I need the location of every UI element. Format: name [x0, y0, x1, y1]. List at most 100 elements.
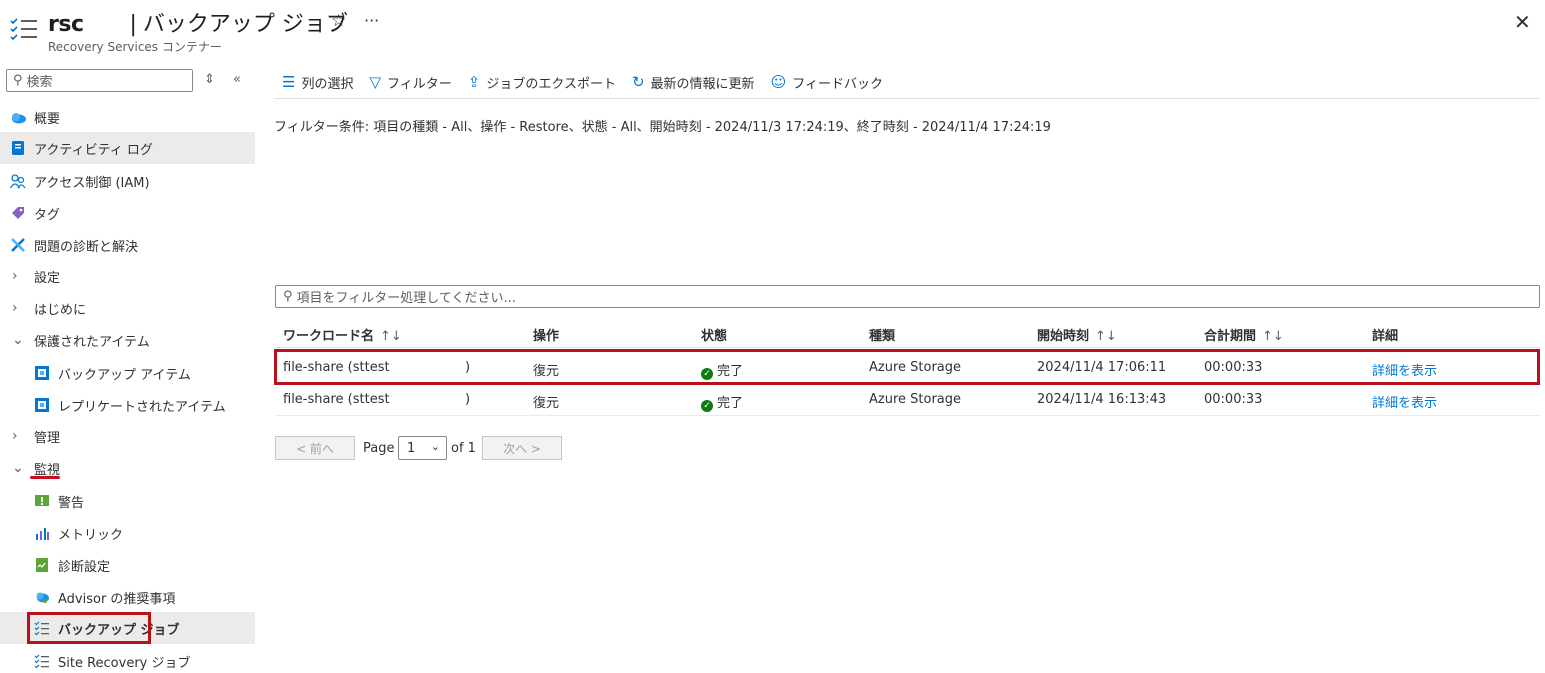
feedback-button[interactable]: ☺ フィードバック	[771, 73, 883, 92]
duration-cell: 00:00:33	[1204, 392, 1263, 407]
sidebar-group-settings[interactable]: › 設定	[0, 260, 255, 292]
chevron-down-icon: ⌄	[430, 440, 440, 453]
filter-summary: フィルター条件: 項目の種類 - All、操作 - Restore、状態 - A…	[274, 120, 1051, 135]
type-cell: Azure Storage	[869, 392, 962, 407]
column-header-details: 詳細	[1372, 329, 1399, 344]
sidebar-item-iam[interactable]: アクセス制御 (IAM)	[0, 165, 255, 197]
jobs-list-icon	[10, 16, 38, 42]
sidebar-item-diagnose[interactable]: 問題の診断と解決	[0, 229, 255, 261]
sort-icon: ↑↓	[1095, 329, 1117, 344]
wrench-icon	[10, 237, 26, 253]
current-page-value: 1	[407, 440, 416, 456]
items-filter-input[interactable]: ⚲ 項目をフィルター処理してください...	[275, 285, 1540, 308]
sidebar-item-diagnostic-settings[interactable]: 診断設定	[0, 549, 255, 581]
monitoring-underline	[30, 476, 60, 479]
sidebar-item-label: 監視	[34, 462, 61, 478]
sidebar-item-label: メトリック	[58, 527, 124, 543]
sidebar-item-site-recovery-jobs[interactable]: Site Recovery ジョブ	[0, 645, 255, 673]
close-icon[interactable]: ✕	[1514, 10, 1531, 34]
sidebar-item-advisor[interactable]: Advisor の推奨事項	[0, 581, 255, 613]
advisor-icon	[34, 589, 50, 605]
pagination: < 前へ Page 1 ⌄ of 1 次へ >	[275, 436, 675, 460]
sort-icon: ↑↓	[1262, 329, 1284, 344]
sidebar-item-label: アクティビティ ログ	[34, 142, 153, 158]
highlight-box-backup-jobs	[27, 612, 151, 644]
sidebar-item-label: 問題の診断と解決	[34, 239, 139, 255]
chevron-right-icon: ›	[12, 268, 18, 284]
filter-input-placeholder: 項目をフィルター処理してください...	[296, 291, 516, 306]
sidebar-group-manage[interactable]: › 管理	[0, 420, 255, 452]
log-icon	[10, 140, 26, 156]
replicated-item-icon	[34, 397, 50, 413]
refresh-icon: ↻	[631, 73, 645, 91]
page-count-label: of 1	[451, 441, 476, 456]
alert-icon	[34, 493, 50, 509]
sidebar-item-metrics[interactable]: メトリック	[0, 517, 255, 549]
sidebar-group-monitoring[interactable]: ⌄ 監視	[0, 452, 255, 484]
refresh-button[interactable]: ↻ 最新の情報に更新	[632, 73, 755, 92]
sidebar-item-label: Site Recovery ジョブ	[58, 655, 191, 671]
people-icon	[9, 173, 26, 189]
expand-collapse-icon[interactable]: ⇕	[204, 72, 215, 87]
search-icon: ⚲	[13, 73, 23, 88]
next-page-button[interactable]: 次へ >	[482, 436, 562, 460]
blade-title: バックアップ ジョブ	[142, 12, 348, 37]
sidebar-group-getting-started[interactable]: › はじめに	[0, 292, 255, 324]
workload-cell: file-share (sttest	[283, 392, 390, 407]
sidebar-item-label: バックアップ アイテム	[58, 367, 191, 383]
page-title: rsc | バックアップ ジョブ	[48, 6, 348, 38]
sidebar-item-replicated-items[interactable]: レプリケートされたアイテム	[0, 389, 255, 421]
sidebar-group-protected-items[interactable]: ⌄ 保護されたアイテム	[0, 324, 255, 356]
refresh-label: 最新の情報に更新	[650, 76, 755, 92]
sidebar-item-activity-log[interactable]: アクティビティ ログ	[0, 132, 255, 164]
sidebar-item-label: レプリケートされたアイテム	[58, 399, 226, 415]
sidebar-item-label: 概要	[34, 111, 61, 127]
command-bar: ☰ 列の選択 ▽ フィルター ⇪ ジョブのエクスポート ↻ 最新の情報に更新 ☺…	[274, 66, 1540, 99]
view-details-link[interactable]: 詳細を表示	[1372, 392, 1437, 411]
sidebar-item-overview[interactable]: 概要	[0, 101, 255, 133]
filter-button[interactable]: ▽ フィルター	[369, 73, 451, 92]
column-header-workload[interactable]: ワークロード名 ↑↓	[283, 325, 402, 344]
previous-page-button[interactable]: < 前へ	[275, 436, 355, 460]
table-row[interactable]: file-share (sttest ) 復元 ✓ 完了 Azure Storag…	[275, 384, 1540, 416]
sidebar-item-label: はじめに	[34, 302, 87, 318]
start-time-cell: 2024/11/4 16:13:43	[1037, 392, 1167, 407]
search-icon: ⚲	[283, 289, 293, 304]
filter-label: フィルター	[387, 76, 452, 92]
sidebar-item-backup-items[interactable]: バックアップ アイテム	[0, 357, 255, 389]
column-header-type: 種類	[869, 329, 896, 344]
export-jobs-button[interactable]: ⇪ ジョブのエクスポート	[468, 73, 616, 92]
highlight-box-first-row	[274, 349, 1540, 385]
sidebar-item-label: 診断設定	[58, 559, 111, 575]
collapse-menu-icon[interactable]: «	[233, 72, 241, 87]
blade-header: rsc | バックアップ ジョブ Recovery Services コンテナー ☆…	[0, 0, 1545, 60]
status-text: 完了	[717, 396, 744, 411]
jobs-grid-header: ワークロード名 ↑↓ 操作 状態 種類 開始時刻 ↑↓ 合計期間 ↑↓ 詳細	[275, 318, 1540, 348]
chevron-right-icon: ›	[12, 300, 18, 316]
page-label: Page	[363, 441, 395, 456]
sidebar-item-tags[interactable]: タグ	[0, 197, 255, 229]
workload-cell-suffix: )	[465, 392, 471, 407]
cloud-icon	[10, 109, 26, 125]
column-header-start-time[interactable]: 開始時刻 ↑↓	[1037, 325, 1117, 344]
sidebar-item-label: 保護されたアイテム	[34, 334, 150, 350]
sidebar-item-label: アクセス制御 (IAM)	[34, 175, 150, 191]
resource-name: rsc	[48, 12, 84, 37]
success-check-icon: ✓	[701, 400, 713, 412]
menu-search-placeholder: 検索	[26, 75, 53, 90]
sidebar-item-label: 管理	[34, 430, 61, 446]
menu-search-input[interactable]: ⚲ 検索	[6, 69, 193, 92]
favorite-star-icon[interactable]: ☆	[331, 11, 346, 31]
more-options-icon[interactable]: ···	[364, 11, 379, 30]
page-select[interactable]: 1 ⌄	[398, 436, 447, 460]
backup-item-icon	[34, 365, 50, 381]
sidebar-item-label: 警告	[58, 495, 85, 511]
tag-icon	[10, 205, 26, 221]
sort-icon: ↑↓	[380, 329, 402, 344]
column-header-duration[interactable]: 合計期間 ↑↓	[1204, 325, 1284, 344]
sidebar-item-alerts[interactable]: 警告	[0, 485, 255, 517]
diagnostic-icon	[34, 557, 50, 573]
choose-columns-button[interactable]: ☰ 列の選択	[282, 73, 353, 92]
column-header-operation: 操作	[533, 329, 560, 344]
operation-cell: 復元	[533, 396, 560, 411]
